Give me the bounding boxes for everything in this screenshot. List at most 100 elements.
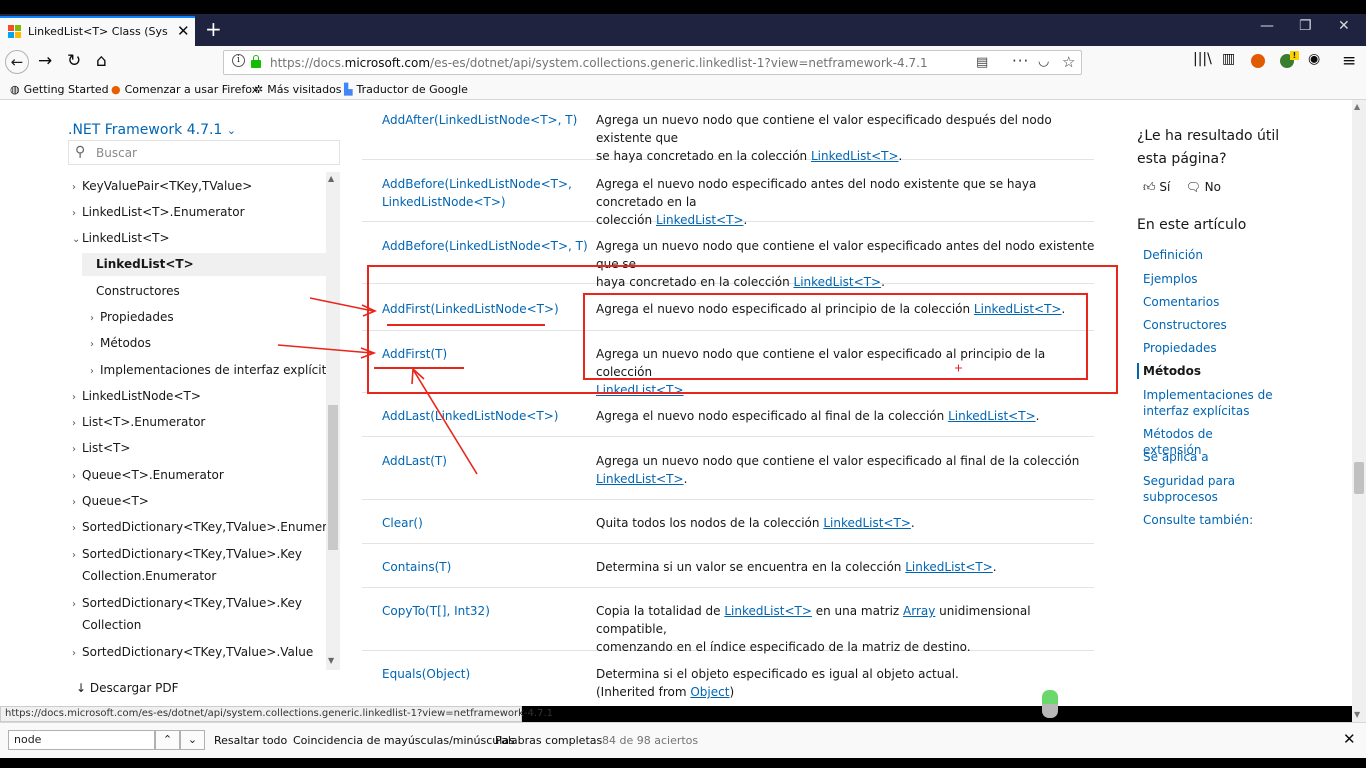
pocket-icon[interactable]: ◡ — [1038, 54, 1049, 69]
toc-tree-item[interactable]: › Implementaciones de interfaz explícitas — [68, 359, 340, 383]
toc-tree-item[interactable]: Constructores — [68, 280, 326, 303]
method-link[interactable]: AddBefore(LinkedListNode<T>, LinkedListNo… — [382, 175, 582, 211]
close-find-bar-icon[interactable]: ✕ — [1343, 730, 1356, 748]
method-name-line: LinkedListNode<T>) — [382, 195, 506, 209]
type-link[interactable]: LinkedList<T> — [823, 516, 911, 530]
method-link[interactable]: AddAfter(LinkedListNode<T>, T) — [382, 111, 582, 129]
whole-words-toggle[interactable]: Palabras completas — [495, 734, 602, 747]
toc-link[interactable]: Consulte también: — [1143, 512, 1273, 528]
type-link[interactable]: LinkedList<T> — [656, 213, 744, 227]
toc-tree-item[interactable]: › List<T>.Enumerator — [68, 411, 326, 435]
scroll-down-icon[interactable]: ▼ — [1354, 710, 1360, 719]
firefox-icon: ● — [111, 83, 121, 96]
toc-tree-item[interactable]: › LinkedListNode<T> — [68, 385, 326, 409]
page-actions-icon[interactable]: ··· — [1012, 52, 1029, 70]
toc-tree-item[interactable]: LinkedList<T> — [82, 253, 326, 276]
restore-icon[interactable]: ❐ — [1299, 18, 1312, 34]
toc-tree-label: SortedDictionary<TKey,TValue>.Value — [82, 645, 314, 659]
method-link[interactable]: AddBefore(LinkedListNode<T>, T) — [382, 237, 588, 255]
page-scrollbar[interactable] — [1352, 100, 1366, 722]
toc-link[interactable]: Métodos — [1137, 363, 1267, 379]
chevron-down-icon: ⌄ — [187, 733, 198, 746]
menu-icon[interactable]: ≡ — [1342, 51, 1356, 71]
method-description: Agrega el nuevo nodo especificado al fin… — [596, 407, 1096, 425]
reader-view-icon[interactable]: ▤ — [976, 55, 988, 70]
bookmark-getting-started[interactable]: ◍ Getting Started — [10, 83, 109, 96]
find-next-button[interactable]: ⌄ — [180, 730, 205, 750]
back-arrow-icon[interactable]: ← — [5, 50, 29, 74]
toc-tree-item[interactable]: Collection.Enumerator — [68, 565, 326, 588]
library-icon[interactable]: |||\ — [1193, 51, 1212, 67]
browser-tab[interactable]: LinkedList<T> Class (System.Co ✕ — [0, 16, 195, 46]
bookmark-traductor[interactable]: ▙ Traductor de Google — [344, 83, 468, 96]
method-link[interactable]: Contains(T) — [382, 558, 582, 576]
type-link[interactable]: LinkedList<T> — [811, 149, 899, 163]
no-button[interactable]: 🗨︎ No — [1186, 180, 1221, 194]
match-case-toggle[interactable]: Coincidencia de mayúsculas/minúsculas — [293, 734, 515, 747]
yes-button[interactable]: 👍︎ Sí — [1143, 180, 1170, 194]
type-link[interactable]: LinkedList<T> — [724, 604, 812, 618]
site-info-icon[interactable]: i — [232, 54, 245, 67]
toc-link[interactable]: Implementaciones de interfaz explícitas — [1143, 387, 1273, 419]
forward-arrow-icon[interactable]: → — [38, 51, 52, 71]
toc-tree-item[interactable]: ⌄ LinkedList<T> — [68, 227, 326, 251]
type-link[interactable]: LinkedList<T> — [596, 472, 684, 486]
close-tab-icon[interactable]: ✕ — [177, 22, 190, 40]
toc-tree-item[interactable]: › SortedDictionary<TKey,TValue>.Key — [68, 543, 326, 567]
type-link[interactable]: Array — [903, 604, 935, 618]
toc-link[interactable]: Seguridad para subprocesos — [1143, 473, 1273, 505]
bookmark-comenzar-firefox[interactable]: ● Comenzar a usar Firefox — [111, 83, 258, 96]
toc-tree-item[interactable]: › SortedDictionary<TKey,TValue>.Value — [68, 641, 326, 665]
toc-tree-item[interactable]: › Propiedades — [68, 306, 326, 330]
reload-icon[interactable]: ↻ — [67, 51, 81, 71]
type-link[interactable]: LinkedList<T> — [948, 409, 1036, 423]
minimize-icon[interactable]: — — [1260, 18, 1274, 34]
toc-tree-item[interactable]: › Queue<T> — [68, 490, 326, 514]
toc-search-input[interactable]: ⚲ Buscar — [68, 140, 340, 165]
download-pdf-link[interactable]: ↓ Descargar PDF — [76, 681, 179, 695]
toc-link[interactable]: Definición — [1143, 247, 1273, 263]
toc-tree-item[interactable]: Collection — [68, 614, 326, 637]
bookmark-star-icon[interactable]: ☆ — [1062, 53, 1075, 71]
framework-version-selector[interactable]: .NET Framework 4.7.1 ⌄ — [68, 122, 236, 138]
method-link[interactable]: CopyTo(T[], Int32) — [382, 602, 582, 620]
toc-link[interactable]: Propiedades — [1143, 340, 1273, 356]
toc-link[interactable]: Se aplica a — [1143, 449, 1273, 465]
method-name-line: AddBefore(LinkedListNode<T>, — [382, 177, 572, 191]
home-icon[interactable]: ⌂ — [96, 51, 107, 71]
highlight-all-toggle[interactable]: Resaltar todo — [214, 734, 287, 747]
toc-tree-item[interactable]: › SortedDictionary<TKey,TValue>.Enumerato… — [68, 516, 340, 540]
method-link[interactable]: AddLast(T) — [382, 452, 582, 470]
desc-text: . — [1035, 409, 1040, 423]
toc-tree-item[interactable]: › SortedDictionary<TKey,TValue>.Key — [68, 592, 326, 616]
method-link[interactable]: Equals(Object) — [382, 665, 582, 683]
addon-icon[interactable] — [1251, 54, 1265, 68]
new-tab-icon[interactable]: + — [205, 17, 222, 41]
type-link[interactable]: LinkedList<T> — [905, 560, 993, 574]
toc-scroll-up-icon[interactable]: ▲ — [328, 174, 334, 183]
type-link[interactable]: Object — [690, 685, 729, 699]
toc-tree-item[interactable]: › Métodos — [68, 332, 326, 356]
toc-link[interactable]: Constructores — [1143, 317, 1273, 333]
toc-tree-item[interactable]: › List<T> — [68, 437, 326, 461]
find-previous-button[interactable]: ⌃ — [155, 730, 180, 750]
url-bar[interactable]: i https://docs.microsoft.com/es-es/dotne… — [223, 50, 1082, 75]
find-input[interactable]: node — [8, 730, 155, 750]
thumbs-up-icon: 👍︎ — [1143, 180, 1156, 194]
toc-tree-item[interactable]: › LinkedList<T>.Enumerator — [68, 201, 326, 225]
toc-link[interactable]: Comentarios — [1143, 294, 1273, 310]
toc-tree-item[interactable]: › KeyValuePair<TKey,TValue> — [68, 175, 326, 199]
method-link[interactable]: AddLast(LinkedListNode<T>) — [382, 407, 582, 425]
toc-scroll-down-icon[interactable]: ▼ — [328, 656, 334, 665]
bookmark-mas-visitados[interactable]: ✲ Más visitados — [254, 83, 342, 96]
toc-scrollbar-thumb[interactable] — [328, 405, 338, 550]
account-icon[interactable]: ◉ — [1308, 51, 1320, 67]
close-window-icon[interactable]: ✕ — [1338, 18, 1350, 34]
toc-tree-item[interactable]: › Queue<T>.Enumerator — [68, 464, 326, 488]
page-scrollbar-thumb[interactable] — [1354, 462, 1364, 494]
method-link[interactable]: Clear() — [382, 514, 582, 532]
scroll-up-icon[interactable]: ▲ — [1354, 102, 1360, 111]
chat-toggle-button[interactable] — [1042, 690, 1058, 718]
toc-link[interactable]: Ejemplos — [1143, 271, 1273, 287]
sidebar-icon[interactable]: ▥ — [1222, 51, 1235, 67]
